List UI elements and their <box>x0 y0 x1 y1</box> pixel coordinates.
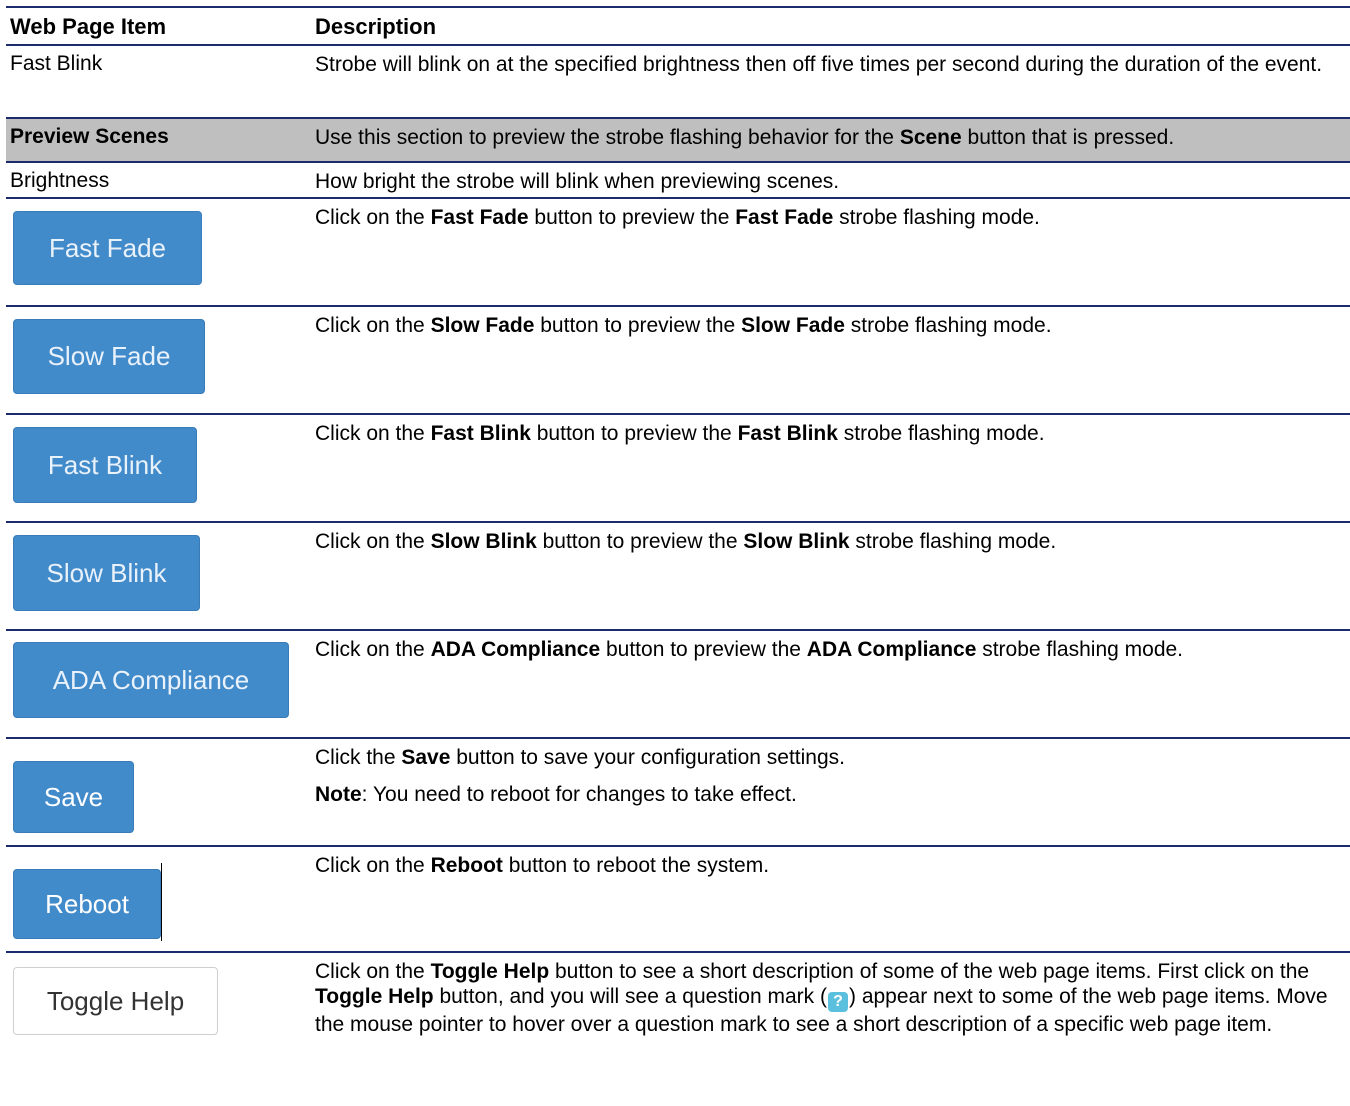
table-row-fast-blink: Fast Blink Strobe will blink on at the s… <box>6 44 1350 117</box>
table-row-slow-blink: Slow Blink Click on the Slow Blink butto… <box>6 521 1350 629</box>
question-mark-icon: ? <box>828 992 848 1012</box>
header-description: Description <box>315 14 437 39</box>
description-brightness: How bright the strobe will blink when pr… <box>315 170 840 193</box>
table-row-reboot: Reboot Click on the Reboot button to reb… <box>6 845 1350 951</box>
header-web-page-item: Web Page Item <box>10 14 167 39</box>
table-header-row: Web Page Item Description <box>6 6 1350 44</box>
toggle-help-button[interactable]: Toggle Help <box>13 967 218 1035</box>
item-brightness-label: Brightness <box>10 169 110 192</box>
button-edge-line <box>161 863 162 941</box>
slow-blink-button[interactable]: Slow Blink <box>13 535 200 611</box>
section-preview-scenes-label: Preview Scenes <box>10 125 169 148</box>
fast-blink-button[interactable]: Fast Blink <box>13 427 197 503</box>
description-preview-scenes: Use this section to preview the strobe f… <box>315 126 1175 149</box>
description-reboot: Click on the Reboot button to reboot the… <box>315 854 770 877</box>
table-row-brightness: Brightness How bright the strobe will bl… <box>6 161 1350 197</box>
reboot-button[interactable]: Reboot <box>13 869 161 939</box>
web-page-items-table: Web Page Item Description Fast Blink Str… <box>6 6 1350 1081</box>
table-row-fast-fade: Fast Fade Click on the Fast Fade button … <box>6 197 1350 305</box>
table-row-toggle-help: Toggle Help Click on the Toggle Help but… <box>6 951 1350 1081</box>
description-fast-blink: Strobe will blink on at the specified br… <box>315 53 1323 76</box>
item-fast-blink-label: Fast Blink <box>10 52 103 75</box>
fast-fade-button[interactable]: Fast Fade <box>13 211 202 285</box>
table-row-save: Save Click the Save button to save your … <box>6 737 1350 845</box>
description-ada-compliance: Click on the ADA Compliance button to pr… <box>315 638 1184 661</box>
table-row-fast-blink-button: Fast Blink Click on the Fast Blink butto… <box>6 413 1350 521</box>
description-toggle-help: Click on the Toggle Help button to see a… <box>315 960 1328 1036</box>
ada-compliance-button[interactable]: ADA Compliance <box>13 642 289 718</box>
save-button[interactable]: Save <box>13 761 134 833</box>
table-row-slow-fade: Slow Fade Click on the Slow Fade button … <box>6 305 1350 413</box>
description-fast-fade: Click on the Fast Fade button to preview… <box>315 206 1040 229</box>
description-fast-blink-button: Click on the Fast Blink button to previe… <box>315 422 1045 445</box>
description-slow-fade: Click on the Slow Fade button to preview… <box>315 314 1052 337</box>
table-row-preview-scenes: Preview Scenes Use this section to previ… <box>6 117 1350 161</box>
slow-fade-button[interactable]: Slow Fade <box>13 319 205 394</box>
table-row-ada-compliance: ADA Compliance Click on the ADA Complian… <box>6 629 1350 737</box>
description-save: Click the Save button to save your confi… <box>315 746 845 806</box>
description-slow-blink: Click on the Slow Blink button to previe… <box>315 530 1057 553</box>
